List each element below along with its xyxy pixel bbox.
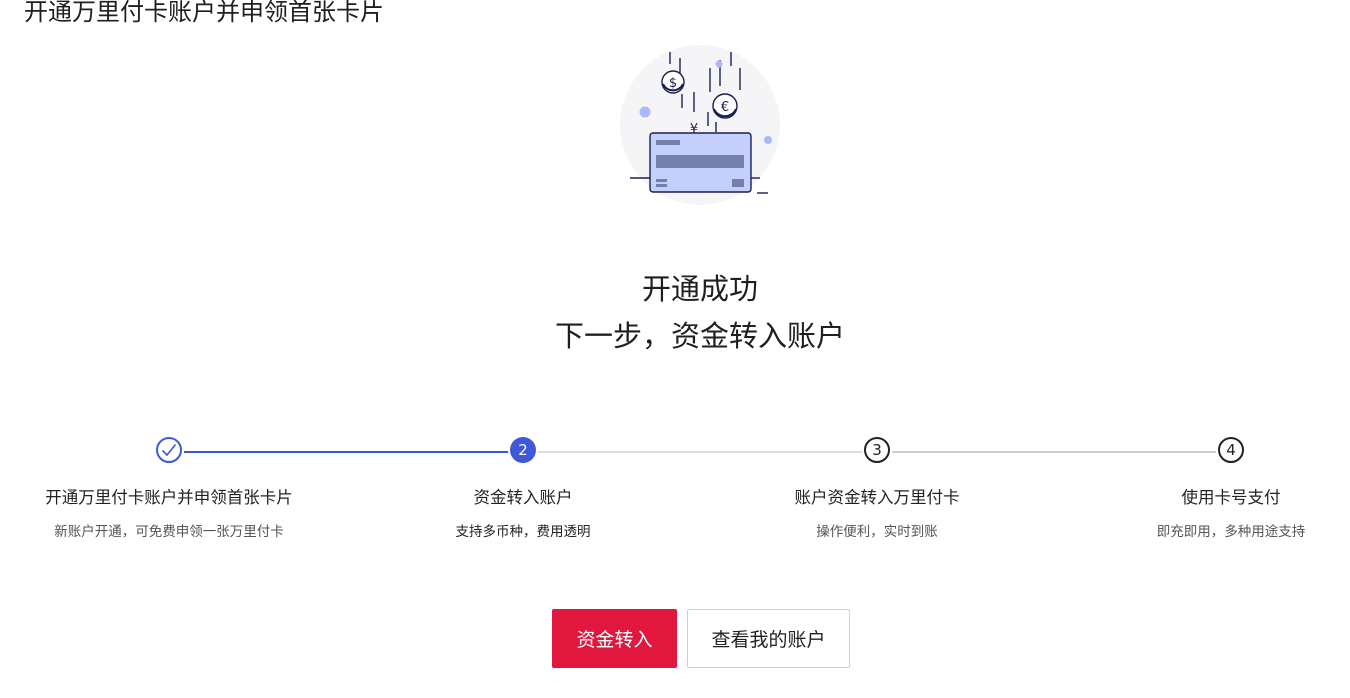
view-my-account-button[interactable]: 查看我的账户 [687,609,850,668]
step-4: 4 使用卡号支付 即充即用，多种用途支持 [1081,430,1350,542]
next-step-text: 下一步，资金转入账户 [554,319,845,353]
step-title: 账户资金转入万里付卡 [794,488,960,507]
svg-text:€: € [721,100,729,115]
check-icon [156,437,182,463]
step-description: 新账户开通，可免费申领一张万里付卡 [54,524,284,540]
euro-coin-icon: € [712,93,738,119]
step-title: 资金转入账户 [473,488,573,507]
step-title: 使用卡号支付 [1181,488,1281,507]
step-number: 4 [1218,437,1244,463]
step-1: 开通万里付卡账户并申领首张卡片 新账户开通，可免费申领一张万里付卡 [19,430,319,542]
step-number: 3 [864,437,890,463]
step-title: 开通万里付卡账户并申领首张卡片 [45,488,293,507]
page-title: 开通万里付卡账户并申领首张卡片 [24,0,384,26]
progress-steps: 开通万里付卡账户并申领首张卡片 新账户开通，可免费申领一张万里付卡 2 资金转入… [0,430,1350,560]
step-description: 即充即用，多种用途支持 [1156,524,1306,540]
card-with-coins-icon: $ € ¥ [600,40,800,215]
transfer-funds-button[interactable]: 资金转入 [552,609,677,668]
step-3: 3 账户资金转入万里付卡 操作便利，实时到账 [727,430,1027,542]
step-description: 操作便利，实时到账 [816,524,938,540]
step-number: 2 [510,437,536,463]
svg-text:$: $ [669,76,677,91]
card-icon [649,132,752,193]
dollar-coin-icon: $ [661,70,685,94]
action-buttons: 资金转入 查看我的账户 [552,609,850,668]
step-description: 支持多币种，费用透明 [455,524,591,540]
page: 开通万里付卡账户并申领首张卡片 $ € ¥ 开通成功 下一步，资金转入账户 开通… [0,0,1350,698]
step-2: 2 资金转入账户 支持多币种，费用透明 [373,430,673,542]
success-title: 开通成功 [641,272,758,306]
